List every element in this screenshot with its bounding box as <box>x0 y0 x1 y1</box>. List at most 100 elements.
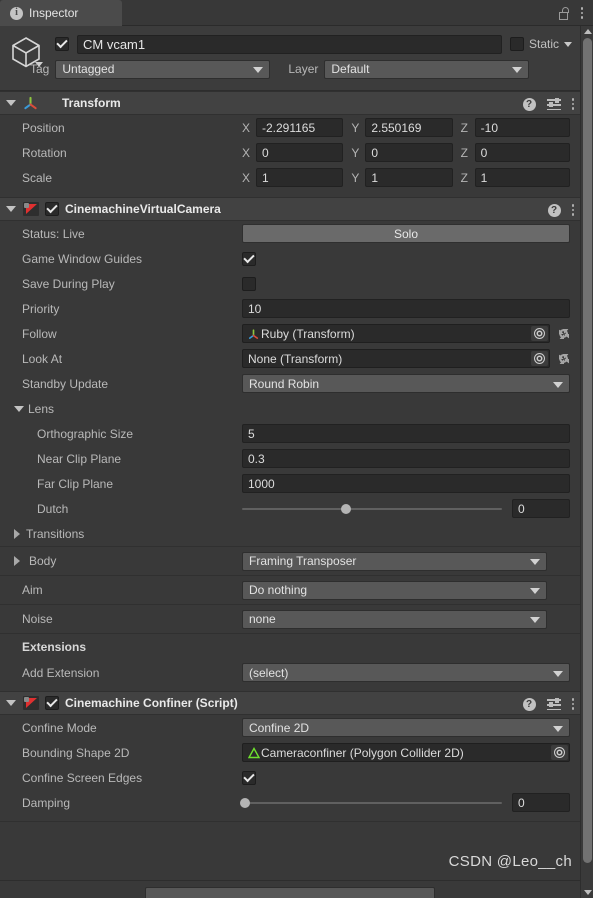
inspector-window: i Inspector CM vcam1 Static Tag Untagged… <box>0 0 593 898</box>
dutch-field: 0 <box>242 499 570 518</box>
body-dropdown[interactable]: Framing Transposer <box>242 551 547 571</box>
look-at-object-picker-icon[interactable] <box>531 351 548 366</box>
preset-icon[interactable] <box>546 97 561 110</box>
inspector-tabbar: i Inspector <box>0 0 593 26</box>
game-window-guides-field <box>242 249 570 268</box>
help-icon[interactable]: ? <box>547 203 561 217</box>
rotation-y-input[interactable]: 0 <box>365 143 453 162</box>
watermark: CSDN @Leo__ch <box>448 853 572 870</box>
add-component-button[interactable] <box>145 887 435 898</box>
row-transitions-foldout[interactable]: Transitions <box>0 521 580 546</box>
scale-x-input[interactable]: 1 <box>256 168 344 187</box>
position-y-input[interactable]: 2.550169 <box>365 118 453 137</box>
damping-slider-knob[interactable] <box>240 797 250 808</box>
axis-y-label: Y <box>351 120 360 135</box>
gear-icon[interactable] <box>557 327 570 340</box>
row-lens-foldout[interactable]: Lens <box>0 396 580 421</box>
damping-field: 0 <box>240 793 570 812</box>
orthographic-size-input[interactable]: 5 <box>242 424 570 443</box>
gameobject-name-input[interactable]: CM vcam1 <box>77 34 502 54</box>
row-body: Body Framing Transposer <box>0 547 580 575</box>
foldout-transform-icon[interactable] <box>6 100 16 106</box>
preset-icon[interactable] <box>546 697 561 710</box>
dutch-slider-knob[interactable] <box>341 503 351 514</box>
component-header-transform[interactable]: Transform ? <box>0 91 580 115</box>
gameobject-enabled-checkbox[interactable] <box>55 37 69 51</box>
tab-inspector[interactable]: i Inspector <box>0 0 122 26</box>
solo-button[interactable]: Solo <box>242 224 570 243</box>
look-at-object-field[interactable]: None (Transform) <box>242 349 550 368</box>
confiner-enabled-checkbox[interactable] <box>45 696 59 710</box>
follow-object-picker-icon[interactable] <box>531 326 548 341</box>
noise-dropdown[interactable]: none <box>242 609 547 629</box>
foldout-confiner-icon[interactable] <box>6 700 16 706</box>
static-checkbox[interactable] <box>509 37 524 51</box>
vcam-enabled-checkbox[interactable] <box>45 202 59 216</box>
rotation-z-input[interactable]: 0 <box>474 143 570 162</box>
position-x-input[interactable]: -2.291165 <box>256 118 344 137</box>
tag-dropdown[interactable]: Untagged <box>55 59 271 79</box>
position-z-input[interactable]: -10 <box>474 118 570 137</box>
help-icon[interactable]: ? <box>522 697 536 711</box>
dutch-slider[interactable] <box>242 503 502 514</box>
row-confine-mode: Confine Mode Confine 2D <box>0 715 580 740</box>
confine-screen-edges-checkbox[interactable] <box>242 770 256 785</box>
rotation-vector3: X0 Y0 Z0 <box>242 143 570 162</box>
label-damping: Damping <box>22 795 71 810</box>
damping-slider[interactable] <box>240 797 502 808</box>
rotation-x-input[interactable]: 0 <box>256 143 344 162</box>
label-orthographic-size: Orthographic Size <box>37 426 134 441</box>
dutch-slider-track[interactable] <box>242 503 502 514</box>
scroll-down-arrow-icon[interactable] <box>583 890 592 895</box>
help-icon[interactable]: ? <box>522 97 536 111</box>
look-at-object-name: None (Transform) <box>248 351 343 366</box>
label-add-extension: Add Extension <box>22 665 100 680</box>
far-clip-plane-input[interactable]: 1000 <box>242 474 570 493</box>
bounding-shape-2d-field: Cameraconfiner (Polygon Collider 2D) <box>242 743 570 762</box>
aim-dropdown[interactable]: Do nothing <box>242 580 547 600</box>
save-during-play-checkbox[interactable] <box>242 276 256 291</box>
component-header-cinemachine-virtual-camera[interactable]: CinemachineVirtualCamera ? <box>0 197 580 221</box>
component-header-cinemachine-confiner[interactable]: Cinemachine Confiner (Script) ? <box>0 691 580 715</box>
dutch-value-input[interactable]: 0 <box>512 499 570 518</box>
label-extensions: Extensions <box>22 640 87 654</box>
add-extension-dropdown[interactable]: (select) <box>242 663 570 682</box>
kebab-menu-icon[interactable] <box>580 7 583 19</box>
kebab-menu-icon[interactable] <box>571 204 574 216</box>
kebab-menu-icon[interactable] <box>571 698 574 710</box>
standby-update-dropdown[interactable]: Round Robin <box>242 374 570 393</box>
component-title-vcam: CinemachineVirtualCamera <box>65 202 221 216</box>
damping-slider-track[interactable] <box>240 797 502 808</box>
scale-z-input[interactable]: 1 <box>474 168 570 187</box>
chevron-down-icon[interactable] <box>564 41 572 47</box>
bounding-shape-2d-object-picker-icon[interactable] <box>551 745 568 760</box>
row-look-at: Look At None (Transform) <box>0 346 580 371</box>
row-near-clip-plane: Near Clip Plane 0.3 <box>0 446 580 471</box>
row-save-during-play: Save During Play <box>0 271 580 296</box>
static-toggle-group[interactable]: Static <box>509 37 572 51</box>
near-clip-plane-field: 0.3 <box>242 449 570 468</box>
cinemachine-icon <box>23 202 39 216</box>
row-scale: Scale X1 Y1 Z1 <box>0 165 580 190</box>
priority-input[interactable]: 10 <box>242 299 570 318</box>
follow-field: Ruby (Transform) <box>242 324 570 343</box>
gear-icon[interactable] <box>557 352 570 365</box>
kebab-menu-icon[interactable] <box>571 98 574 110</box>
follow-object-field[interactable]: Ruby (Transform) <box>242 324 550 343</box>
foldout-vcam-icon[interactable] <box>6 206 16 212</box>
near-clip-plane-input[interactable]: 0.3 <box>242 449 570 468</box>
bounding-shape-2d-object-field[interactable]: Cameraconfiner (Polygon Collider 2D) <box>242 743 570 762</box>
transform-properties: Position X -2.291165 Y 2.550169 Z -10 Rotat… <box>0 115 580 197</box>
scale-y-input[interactable]: 1 <box>365 168 453 187</box>
scrollbar-thumb[interactable] <box>583 38 592 863</box>
game-window-guides-checkbox[interactable] <box>242 251 256 266</box>
vertical-scrollbar[interactable] <box>580 26 593 898</box>
damping-value-input[interactable]: 0 <box>512 793 570 812</box>
lock-open-icon[interactable] <box>558 6 571 20</box>
layer-dropdown[interactable]: Default <box>324 59 530 79</box>
cinemachine-icon <box>23 696 39 710</box>
scroll-up-arrow-icon[interactable] <box>583 29 592 34</box>
confine-mode-dropdown[interactable]: Confine 2D <box>242 718 570 737</box>
polygon-collider-icon <box>247 746 260 759</box>
noise-field: none <box>242 608 547 630</box>
